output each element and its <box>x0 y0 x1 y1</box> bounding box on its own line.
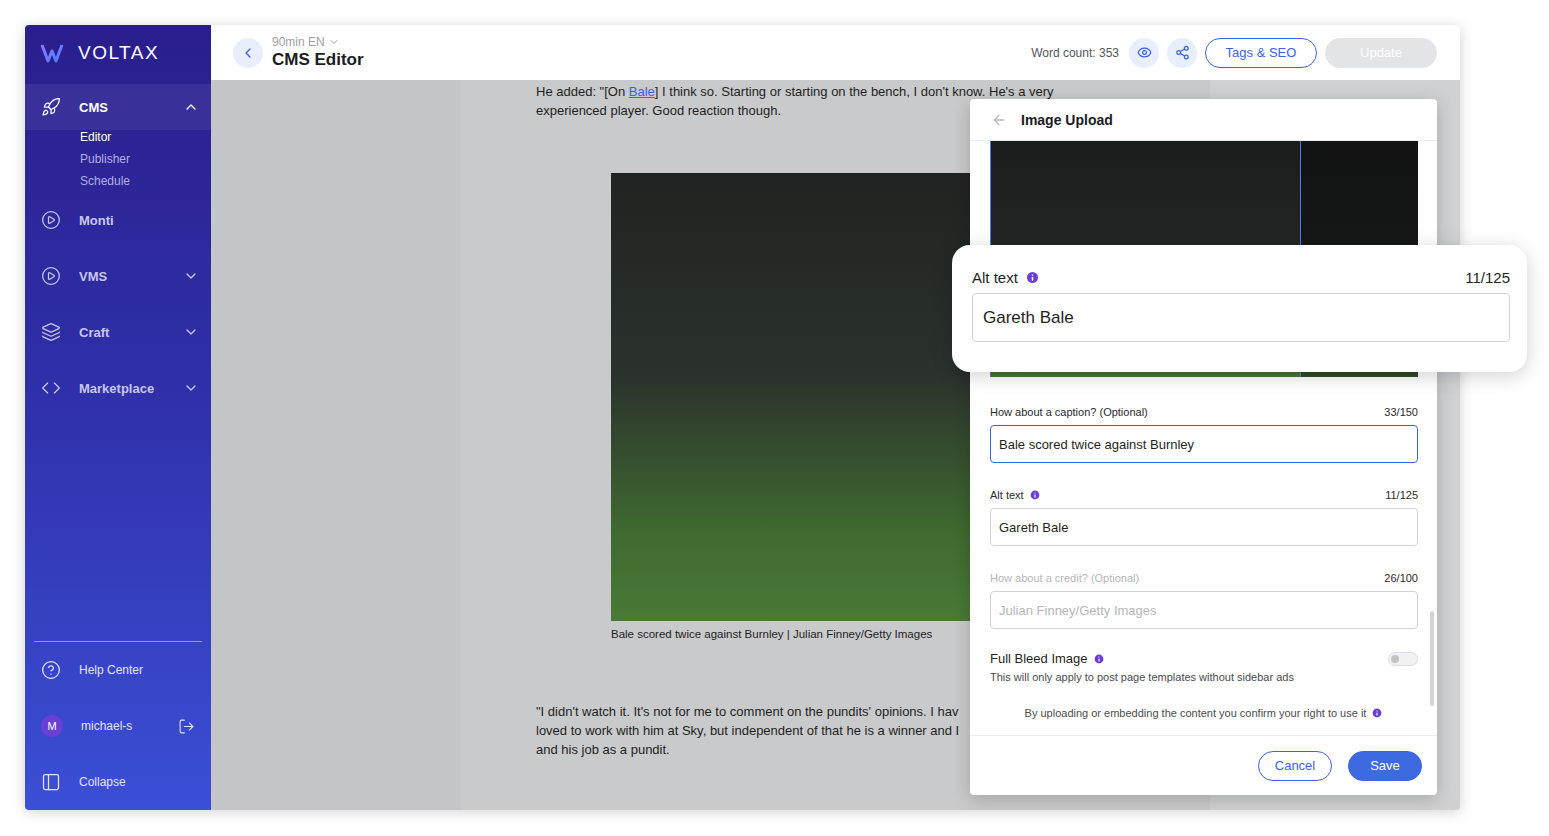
image-upload-panel: Image Upload How about a caption? (Option… <box>970 99 1437 795</box>
nav: CMSEditorPublisherScheduleMontiVMSCraftM… <box>25 80 211 416</box>
sidebar-footer: Help CenterMmichael-sCollapse <box>25 641 211 810</box>
chevron-down-icon <box>183 324 199 340</box>
logout-icon[interactable] <box>178 718 195 735</box>
nav-subitem[interactable]: Publisher <box>25 148 211 170</box>
logo-text: VOLTAX <box>78 42 159 64</box>
text-input[interactable] <box>990 425 1418 463</box>
panel-body: How about a caption? (Optional)33/150 Alt… <box>970 141 1437 735</box>
header-button[interactable]: Tags & SEO <box>1205 38 1317 68</box>
info-icon[interactable] <box>1093 653 1105 665</box>
share-icon <box>1175 45 1190 60</box>
info-icon[interactable] <box>1025 270 1040 285</box>
chevron-down-icon <box>183 268 199 284</box>
nav-item[interactable]: Craft <box>25 304 211 360</box>
word-count: Word count: 353 <box>1031 46 1119 60</box>
char-count: 11/125 <box>1385 489 1418 501</box>
callout-label: Alt text11/125 <box>972 267 1510 287</box>
footer-button[interactable]: Save <box>1348 751 1422 781</box>
field-label: How about a caption? (Optional)33/150 <box>990 404 1418 420</box>
info-icon[interactable] <box>1371 707 1383 719</box>
help-icon <box>41 660 61 680</box>
full-bleed-row: Full Bleed Image <box>990 651 1418 666</box>
text-input[interactable] <box>990 591 1418 629</box>
chevron-down-icon <box>183 380 199 396</box>
panel-title: Image Upload <box>1021 112 1113 128</box>
form-field: How about a credit? (Optional)26/100 <box>990 570 1418 629</box>
site-selector[interactable]: 90min EN <box>272 35 364 49</box>
nav-sublist: EditorPublisherSchedule <box>25 126 211 192</box>
disclaimer: By uploading or embedding the content yo… <box>990 707 1418 719</box>
preview-button[interactable] <box>1129 38 1159 68</box>
nav-subitem[interactable]: Schedule <box>25 170 211 192</box>
voltax-logo-icon <box>40 43 64 63</box>
header-button[interactable]: Update <box>1325 38 1437 68</box>
nav-subitem[interactable]: Editor <box>25 126 211 148</box>
toggle-description: This will only apply to post page templa… <box>990 671 1418 683</box>
nav-item[interactable]: VMS <box>25 248 211 304</box>
page: VOLTAX CMSEditorPublisherScheduleMontiVMS… <box>0 0 1549 836</box>
form-field: How about a caption? (Optional)33/150 <box>990 404 1418 463</box>
title-block: 90min ENCMS Editor <box>272 35 364 70</box>
nav-item[interactable]: Monti <box>25 192 211 248</box>
panel-header: Image Upload <box>970 99 1437 141</box>
divider <box>34 641 202 642</box>
text-input[interactable] <box>990 508 1418 546</box>
main: 90min ENCMS Editor Word count: 353 Tags & … <box>211 25 1460 810</box>
code-icon <box>41 378 61 398</box>
scrollbar[interactable] <box>1430 611 1434 706</box>
user-row[interactable]: Mmichael-s <box>25 698 211 754</box>
app-window: VOLTAX CMSEditorPublisherScheduleMontiVMS… <box>25 25 1460 810</box>
nav-item[interactable]: CMS <box>25 84 211 130</box>
back-button[interactable] <box>233 38 263 68</box>
help-center[interactable]: Help Center <box>25 642 211 698</box>
char-count: 11/125 <box>1465 269 1510 286</box>
back-arrow-icon[interactable] <box>991 112 1007 128</box>
char-count: 33/150 <box>1384 406 1418 418</box>
left-gutter <box>211 80 461 810</box>
avatar: M <box>41 715 63 737</box>
alt-text-callout: Alt text11/125 <box>952 245 1527 372</box>
chevron-up-icon <box>183 99 199 115</box>
header-actions: Word count: 353 Tags & SEO Update <box>1031 38 1437 68</box>
toggle[interactable] <box>1388 652 1418 666</box>
eye-icon <box>1137 45 1152 60</box>
link[interactable]: Bale <box>629 84 655 99</box>
share-button[interactable] <box>1167 38 1197 68</box>
play-icon <box>41 210 61 230</box>
nav-item[interactable]: Marketplace <box>25 360 211 416</box>
rocket-icon <box>41 97 61 117</box>
collapse[interactable]: Collapse <box>25 754 211 810</box>
text-input[interactable] <box>972 293 1510 342</box>
panel-icon <box>41 772 61 792</box>
panel-footer: Cancel Save <box>970 735 1437 795</box>
editor-content: He added: "[On Bale] I think so. Startin… <box>211 80 1460 810</box>
field-label: How about a credit? (Optional)26/100 <box>990 570 1418 586</box>
sidebar: VOLTAX CMSEditorPublisherScheduleMontiVMS… <box>25 25 211 810</box>
play-icon <box>41 266 61 286</box>
footer-button[interactable]: Cancel <box>1258 751 1332 781</box>
chevron-left-icon <box>240 45 256 61</box>
info-icon[interactable] <box>1029 489 1041 501</box>
chevron-down-icon <box>328 36 340 48</box>
form-field: Alt text11/125 <box>990 487 1418 546</box>
field-label: Alt text11/125 <box>990 487 1418 503</box>
logo[interactable]: VOLTAX <box>25 25 211 80</box>
header: 90min ENCMS Editor Word count: 353 Tags & … <box>211 25 1460 80</box>
toggle-knob <box>1391 655 1399 663</box>
layers-icon <box>41 322 61 342</box>
page-title: CMS Editor <box>272 50 364 70</box>
char-count: 26/100 <box>1384 572 1418 584</box>
